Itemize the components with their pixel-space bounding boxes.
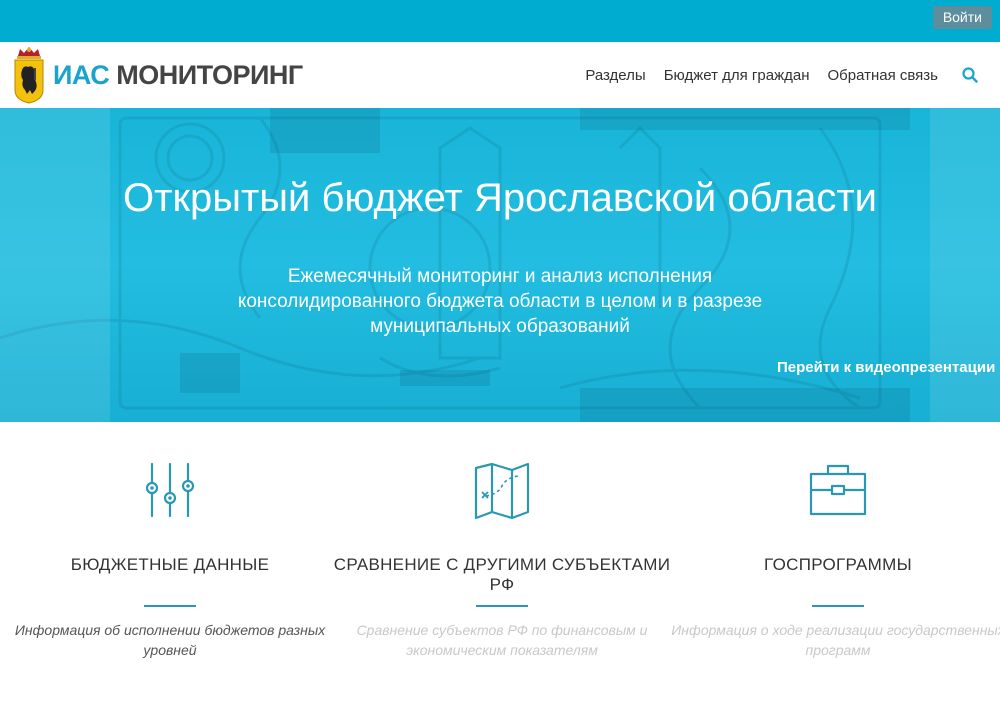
nav-item-feedback[interactable]: Обратная связь (827, 67, 938, 84)
card-divider (144, 605, 196, 607)
card-divider (476, 605, 528, 607)
nav-item-budget-for-citizens[interactable]: Бюджет для граждан (664, 67, 810, 84)
hero-title: Открытый бюджет Ярославской области (123, 176, 877, 220)
coat-of-arms-logo[interactable] (12, 46, 46, 104)
login-button[interactable]: Войти (932, 6, 992, 29)
card-divider (812, 605, 864, 607)
brand-title[interactable]: ИАС МОНИТОРИНГ (53, 60, 303, 91)
card-description: Сравнение субъектов РФ по финансовым и э… (356, 622, 648, 658)
card-title: БЮДЖЕТНЫЕ ДАННЫЕ (70, 555, 270, 574)
feature-cards: БЮДЖЕТНЫЕ ДАННЫЕ Информация об исполнени… (0, 422, 1000, 719)
hero-subtitle: Ежемесячный мониторинг и анализ исполнен… (237, 266, 763, 337)
card-budget-data[interactable]: БЮДЖЕТНЫЕ ДАННЫЕ Информация об исполнени… (0, 422, 340, 719)
top-bar: Войти (0, 0, 1000, 42)
card-title: СРАВНЕНИЕ С ДРУГИМИ СУБЪЕКТАМИ РФ (333, 555, 671, 594)
search-icon[interactable] (962, 67, 978, 83)
video-presentation-link[interactable]: Перейти к видеопрезентации » (777, 359, 1000, 376)
hero-banner: Открытый бюджет Ярославской области Ежем… (0, 108, 1000, 422)
card-title: ГОСПРОГРАММЫ (764, 555, 912, 574)
map-icon (474, 462, 530, 520)
sliders-icon (145, 462, 195, 518)
card-compare-regions[interactable]: СРАВНЕНИЕ С ДРУГИМИ СУБЪЕКТАМИ РФ Сравне… (332, 422, 672, 719)
card-state-programs[interactable]: ГОСПРОГРАММЫ Информация о ходе реализаци… (668, 422, 1000, 719)
navbar: ИАС МОНИТОРИНГ Разделы Бюджет для гражда… (0, 42, 1000, 108)
nav-item-sections[interactable]: Разделы (585, 67, 645, 84)
brand-part-monitoring: МОНИТОРИНГ (116, 60, 303, 90)
card-description: Информация о ходе реализации государстве… (671, 622, 1000, 658)
card-description: Информация об исполнении бюджетов разных… (14, 622, 326, 658)
main-nav: Разделы Бюджет для граждан Обратная связ… (567, 42, 978, 108)
brand-part-ias: ИАС (53, 60, 110, 90)
briefcase-icon (809, 464, 867, 516)
